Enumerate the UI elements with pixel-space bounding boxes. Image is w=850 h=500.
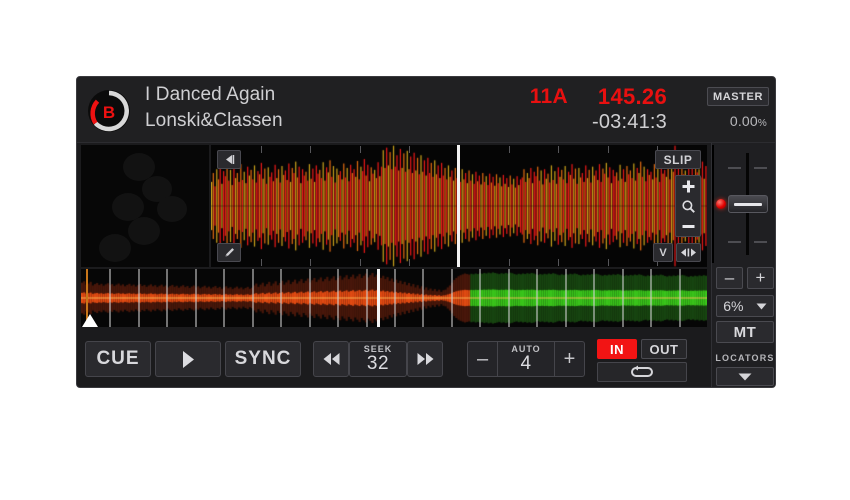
pitch-minus-button[interactable]: –	[716, 267, 743, 289]
pitch-tick-bottom-left	[728, 241, 741, 243]
pitch-percent-value: 0.00	[729, 113, 758, 129]
pitch-tick-bottom-right	[754, 241, 767, 243]
overview-beat-marker	[422, 269, 424, 327]
auto-value-group: AUTO 4	[498, 342, 554, 376]
overview-beat-marker	[366, 269, 368, 327]
overview-beat-marker	[679, 269, 681, 327]
left-right-arrows-icon[interactable]	[676, 243, 701, 262]
magnifier-icon[interactable]	[676, 196, 700, 216]
overview-playhead	[377, 269, 380, 327]
locators-dropdown-button[interactable]	[716, 367, 774, 386]
pitch-fader[interactable]	[712, 145, 775, 263]
waveform-zoom-controls	[675, 175, 701, 237]
pitch-range-value: 6%	[723, 298, 744, 314]
pitch-percent-symbol: %	[757, 118, 767, 129]
pitch-plus-button[interactable]: +	[747, 267, 774, 289]
fast-forward-icon	[417, 353, 433, 365]
auto-increment-button[interactable]: +	[554, 342, 584, 376]
waveform-view-button[interactable]: V	[653, 243, 673, 262]
deck-letter: B	[103, 103, 115, 122]
rewind-icon	[323, 353, 339, 365]
pitch-percent-readout: 0.00%	[730, 113, 767, 129]
slip-button[interactable]: SLIP	[655, 150, 701, 169]
musical-key-value: 11A	[529, 85, 568, 108]
overview-beat-marker	[252, 269, 254, 327]
master-button[interactable]: MASTER	[707, 87, 769, 106]
dj-deck-panel: B I Danced Again Lonski&Classen 11A 145.…	[76, 76, 776, 388]
loop-out-button[interactable]: OUT	[641, 339, 687, 359]
overview-beat-marker	[536, 269, 538, 327]
seek-value: 32	[366, 353, 390, 374]
album-art-placeholder	[81, 145, 209, 267]
overview-beat-marker	[565, 269, 567, 327]
pitch-fader-handle[interactable]	[728, 195, 768, 213]
pencil-icon[interactable]	[217, 243, 241, 262]
overview-beat-marker	[337, 269, 339, 327]
cue-button[interactable]: CUE	[85, 341, 151, 377]
overview-beat-marker	[195, 269, 197, 327]
overview-beat-marker	[650, 269, 652, 327]
loop-in-button[interactable]: IN	[597, 339, 637, 359]
seek-display[interactable]: SEEK 32	[349, 341, 407, 377]
overview-beat-marker	[394, 269, 396, 327]
auto-value: 4	[520, 353, 532, 374]
plus-icon[interactable]	[676, 176, 700, 196]
locators-label: LOCATORS	[715, 353, 775, 363]
loop-repeat-icon	[631, 365, 653, 377]
overview-beat-marker	[479, 269, 481, 327]
pitch-panel: – + 6% MT LOCATORS	[711, 143, 775, 387]
overview-waveform[interactable]	[81, 269, 707, 327]
overview-beat-marker	[280, 269, 282, 327]
waveform-playhead	[457, 145, 460, 267]
minus-icon[interactable]	[676, 216, 700, 236]
main-waveform-display[interactable]: SLIP V	[211, 145, 707, 267]
pitch-center-led	[716, 199, 726, 209]
rewind-button[interactable]	[313, 341, 349, 377]
overview-beat-marker	[109, 269, 111, 327]
track-artist: Lonski&Classen	[145, 110, 283, 131]
bpm-value: 145.26	[597, 84, 667, 109]
auto-loop-stepper: – AUTO 4 +	[467, 341, 585, 377]
overview-beat-marker	[166, 269, 168, 327]
overview-beat-marker	[508, 269, 510, 327]
play-button[interactable]	[155, 341, 221, 377]
play-triangle-icon	[183, 350, 194, 368]
seek-value-group: SEEK 32	[364, 342, 393, 376]
transport-bar: CUE SYNC SEEK 32 – AUTO 4 + IN OUT	[77, 329, 711, 387]
sync-button[interactable]: SYNC	[225, 341, 301, 377]
auto-decrement-button[interactable]: –	[468, 342, 498, 376]
overview-beat-marker	[451, 269, 453, 327]
track-title: I Danced Again	[145, 84, 276, 105]
time-remaining: -03:41:3	[592, 111, 667, 133]
loop-repeat-button[interactable]	[597, 362, 687, 382]
overview-beat-marker	[223, 269, 225, 327]
triangle-left-icon[interactable]	[217, 150, 241, 169]
pitch-tick-top-right	[754, 167, 767, 169]
pitch-range-select[interactable]: 6%	[716, 295, 774, 317]
pitch-tick-top-left	[728, 167, 741, 169]
fast-forward-button[interactable]	[407, 341, 443, 377]
overview-beat-marker	[593, 269, 595, 327]
chevron-down-icon	[756, 303, 767, 309]
pitch-nudge-buttons: – +	[716, 267, 774, 289]
deck-header: B I Danced Again Lonski&Classen 11A 145.…	[77, 77, 775, 143]
deck-letter-badge: B	[87, 89, 131, 133]
overview-beat-marker	[138, 269, 140, 327]
chevron-down-icon	[738, 373, 752, 380]
master-tempo-button[interactable]: MT	[716, 321, 774, 343]
overview-beat-marker	[622, 269, 624, 327]
triangle-up-marker	[82, 314, 98, 327]
overview-beat-marker	[309, 269, 311, 327]
